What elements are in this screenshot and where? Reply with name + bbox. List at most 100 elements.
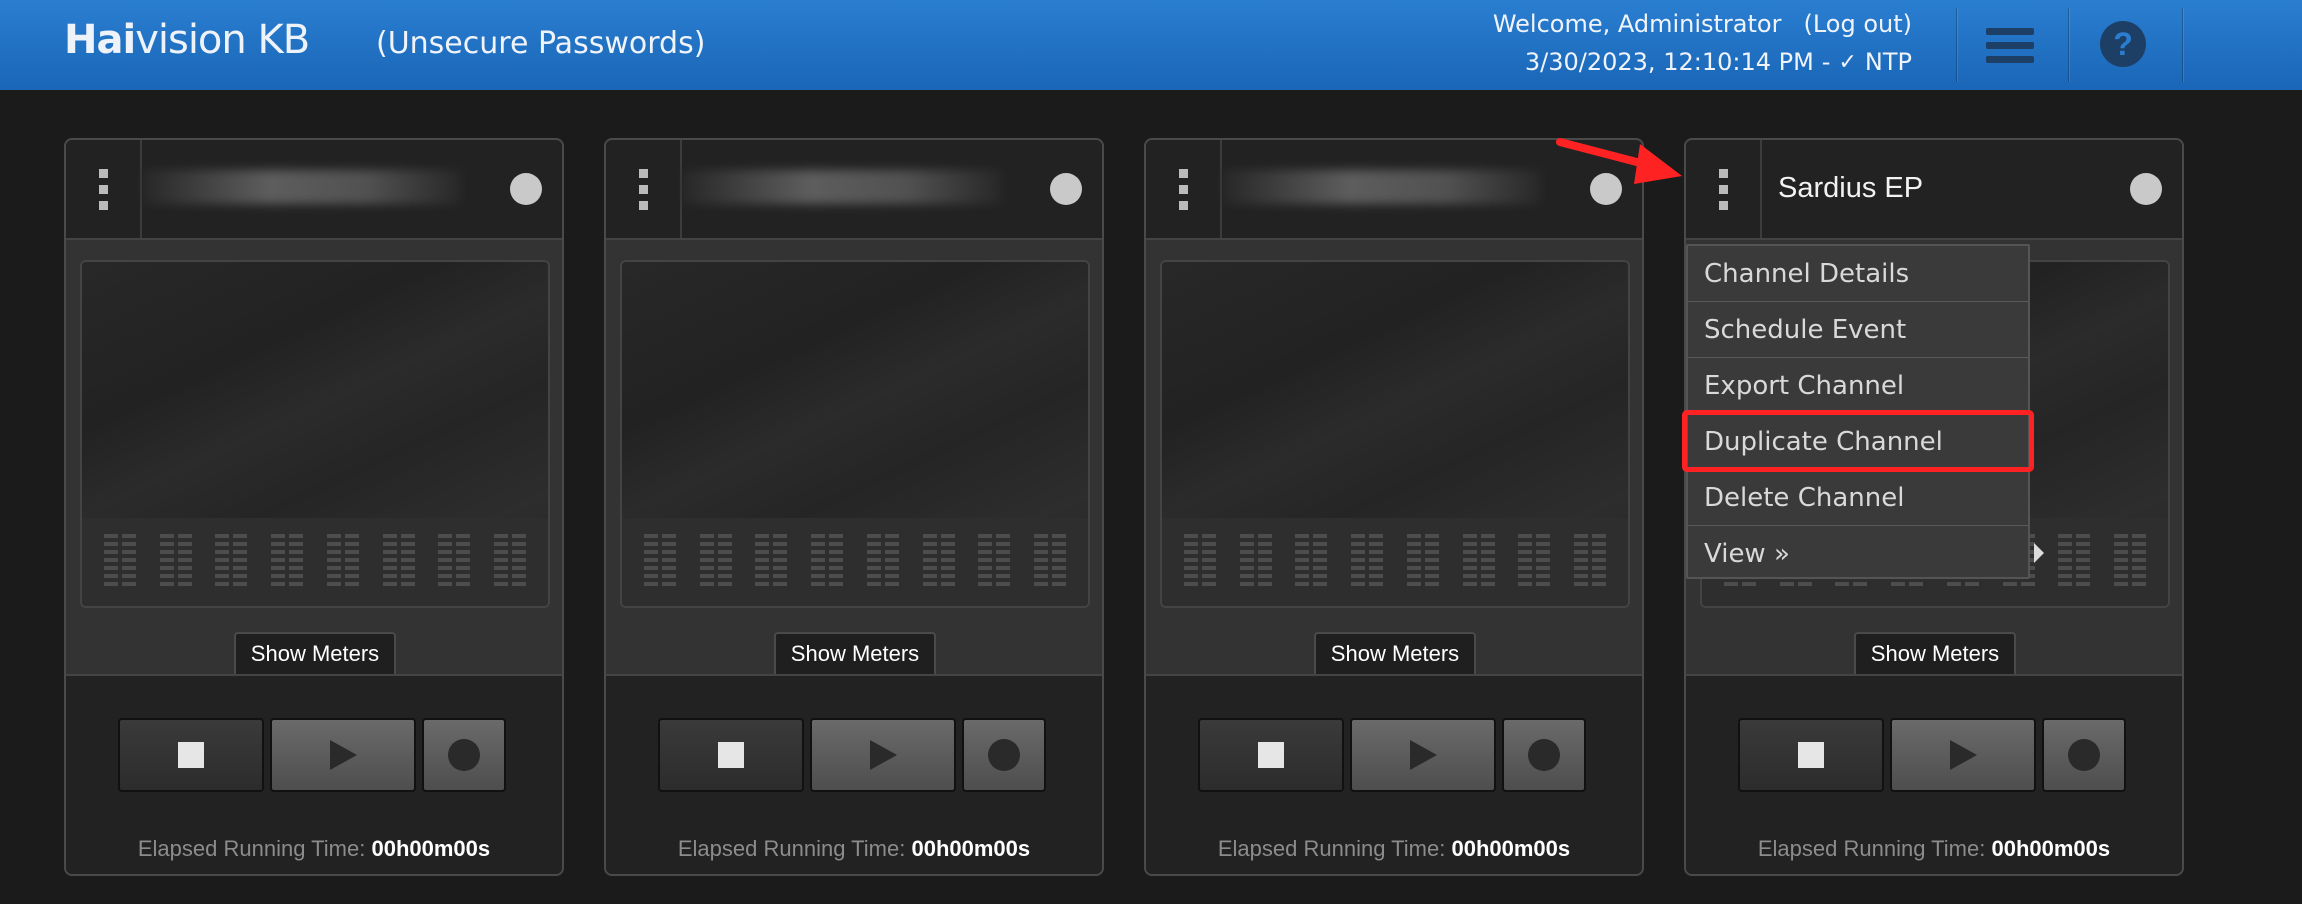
meter-bar [2076, 534, 2091, 590]
user-info: Welcome, Administrator (Log out) 3/30/202… [1493, 10, 1912, 76]
meter-pair [1351, 534, 1384, 590]
meter-bar [271, 534, 286, 590]
elapsed-time: Elapsed Running Time: 00h00m00s [1146, 836, 1642, 862]
elapsed-label: Elapsed Running Time: [1217, 836, 1446, 861]
channel-card: Show Meters Elapsed Running Time: 00h00m… [64, 138, 564, 876]
menu-item-delete-channel[interactable]: Delete Channel [1688, 470, 2028, 526]
meter-bar [1052, 534, 1067, 590]
play-icon [869, 740, 897, 770]
channel-menu-button[interactable] [1146, 140, 1222, 238]
arrow-head [1634, 144, 1682, 184]
control-buttons [1198, 718, 1586, 792]
show-meters-button[interactable]: Show Meters [234, 632, 396, 674]
meter-bar [400, 534, 415, 590]
elapsed-value: 00h00m00s [1991, 836, 2111, 861]
control-buttons [658, 718, 1046, 792]
meter-bar [755, 534, 770, 590]
meter-bar [1239, 534, 1254, 590]
show-meters-button[interactable]: Show Meters [1854, 632, 2016, 674]
meter-bar [2058, 534, 2073, 590]
meter-bar [661, 534, 676, 590]
status-indicator [2130, 173, 2162, 205]
meter-bar [512, 534, 527, 590]
meter-pair [271, 534, 304, 590]
menu-item-channel-details[interactable]: Channel Details [1688, 246, 2028, 302]
stop-button[interactable] [118, 718, 264, 792]
welcome-text: Welcome, Administrator [1492, 10, 1782, 38]
meter-bar [2132, 534, 2147, 590]
separator-text: - [1821, 48, 1831, 76]
kebab-dot [1178, 168, 1188, 178]
meter-bar [922, 534, 937, 590]
channel-card: Show Meters Elapsed Running Time: 00h00m… [1144, 138, 1644, 876]
meter-pair [1462, 534, 1495, 590]
play-button[interactable] [810, 718, 956, 792]
show-meters-button[interactable]: Show Meters [774, 632, 936, 674]
menu-item-view[interactable]: View » [1688, 526, 2028, 582]
play-button[interactable] [1890, 718, 2036, 792]
help-icon[interactable]: ? [2100, 21, 2146, 67]
transport-controls: Elapsed Running Time: 00h00m00s [1146, 674, 1642, 874]
meter-bar [940, 534, 955, 590]
elapsed-label: Elapsed Running Time: [137, 836, 366, 861]
stop-button[interactable] [658, 718, 804, 792]
meter-bar [233, 534, 248, 590]
record-button[interactable] [2042, 718, 2126, 792]
channel-header [606, 140, 1102, 240]
status-indicator [510, 173, 542, 205]
menu-item-schedule-event[interactable]: Schedule Event [1688, 302, 2028, 358]
meter-bar [1295, 534, 1310, 590]
meter-pair [382, 534, 415, 590]
stop-button[interactable] [1198, 718, 1344, 792]
meter-bar [773, 534, 788, 590]
channel-menu-button[interactable] [66, 140, 142, 238]
control-buttons [118, 718, 506, 792]
play-button[interactable] [270, 718, 416, 792]
channel-header [66, 140, 562, 240]
video-preview [1160, 260, 1630, 608]
meter-bar [1518, 534, 1533, 590]
logout-link[interactable]: (Log out) [1803, 10, 1912, 38]
record-button[interactable] [422, 718, 506, 792]
record-icon [988, 739, 1020, 771]
meter-bar [1462, 534, 1477, 590]
hamburger-menu-button[interactable] [1960, 16, 2060, 74]
stop-icon [178, 742, 204, 768]
transport-controls: Elapsed Running Time: 00h00m00s [1686, 674, 2182, 874]
record-button[interactable] [962, 718, 1046, 792]
meter-bar [996, 534, 1011, 590]
meter-bar [103, 534, 118, 590]
transport-controls: Elapsed Running Time: 00h00m00s [606, 674, 1102, 874]
logo-light-text: vision KB [135, 17, 310, 63]
datetime-row: 3/30/2023, 12:10:14 PM - ✓ NTP [1493, 48, 1912, 76]
audio-meters [622, 518, 1088, 606]
meter-pair [1518, 534, 1551, 590]
logo-bold-text: Hai [64, 17, 136, 63]
datetime-text: 3/30/2023, 12:10:14 PM [1524, 48, 1814, 76]
meter-bar [1574, 534, 1589, 590]
meter-bar [438, 534, 453, 590]
kebab-dot [98, 200, 108, 210]
meter-bar [1424, 534, 1439, 590]
meter-pair [643, 534, 676, 590]
show-meters-button[interactable]: Show Meters [1314, 632, 1476, 674]
video-preview [620, 260, 1090, 608]
kebab-dot [638, 168, 648, 178]
channel-card: Show Meters Elapsed Running Time: 00h00m… [604, 138, 1104, 876]
record-button[interactable] [1502, 718, 1586, 792]
play-button[interactable] [1350, 718, 1496, 792]
meter-bar [494, 534, 509, 590]
elapsed-time: Elapsed Running Time: 00h00m00s [1686, 836, 2182, 862]
stop-button[interactable] [1738, 718, 1884, 792]
haivision-logo[interactable]: Haivision KB [64, 17, 310, 63]
stop-icon [1258, 742, 1284, 768]
audio-meters [82, 518, 548, 606]
meter-pair [1295, 534, 1328, 590]
transport-controls: Elapsed Running Time: 00h00m00s [66, 674, 562, 874]
meter-pair [755, 534, 788, 590]
meter-pair [2058, 534, 2091, 590]
channel-menu-button[interactable] [1686, 140, 1762, 238]
channel-menu-button[interactable] [606, 140, 682, 238]
menu-item-export-channel[interactable]: Export Channel [1688, 358, 2028, 414]
elapsed-value: 00h00m00s [371, 836, 491, 861]
